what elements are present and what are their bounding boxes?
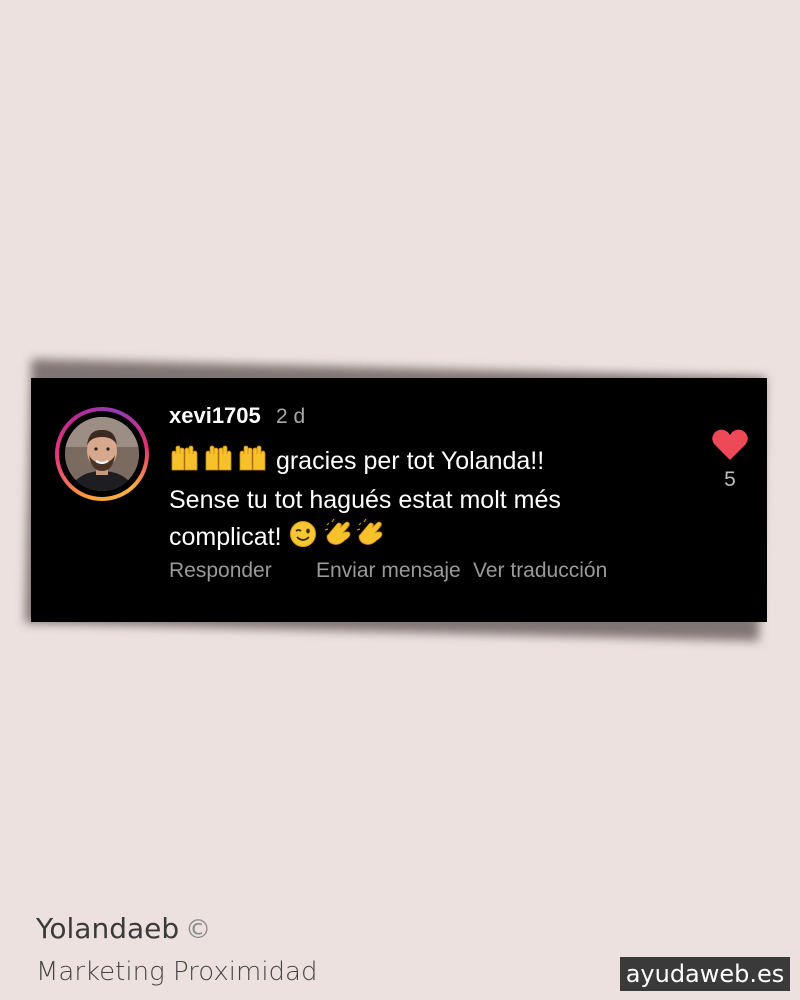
author-subtitle: Marketing Proximidad: [36, 957, 318, 987]
profile-photo-icon: [65, 417, 139, 491]
winking-face-emoji-icon: [289, 520, 317, 558]
see-translation-button[interactable]: Ver traducción: [473, 559, 607, 583]
comment-username[interactable]: xevi1705: [169, 403, 261, 429]
like-count: 5: [724, 468, 736, 491]
comment-line-2: Sense tu tot hagués estat molt més: [169, 486, 561, 514]
comment-card: xevi1705 2 d gracies per tot Yolanda!! S…: [31, 378, 767, 622]
send-message-button[interactable]: Enviar mensaje: [316, 559, 461, 583]
comment-line-1: gracies per tot Yolanda!!: [169, 442, 689, 482]
raised-hands-emoji-icon: [169, 442, 269, 482]
comment-timestamp: 2 d: [276, 405, 306, 428]
comment-text: gracies per tot Yolanda!! Sense tu tot h…: [169, 442, 689, 558]
comment-line-1-text: gracies per tot Yolanda!!: [275, 447, 545, 475]
heart-icon[interactable]: [711, 428, 749, 462]
comment-line-3-text: complicat!: [169, 523, 282, 551]
author-name-text: Yolandaeb: [36, 912, 180, 945]
copyright-icon: ©: [185, 915, 212, 945]
reply-button[interactable]: Responder: [169, 559, 272, 583]
author-name: Yolandaeb ©: [36, 912, 211, 945]
watermark: ayudaweb.es: [620, 957, 790, 991]
comment-line-3: complicat!: [169, 518, 689, 558]
story-ring[interactable]: [55, 407, 149, 501]
clapping-hands-emoji-icon: [323, 518, 387, 558]
avatar[interactable]: [65, 417, 139, 491]
